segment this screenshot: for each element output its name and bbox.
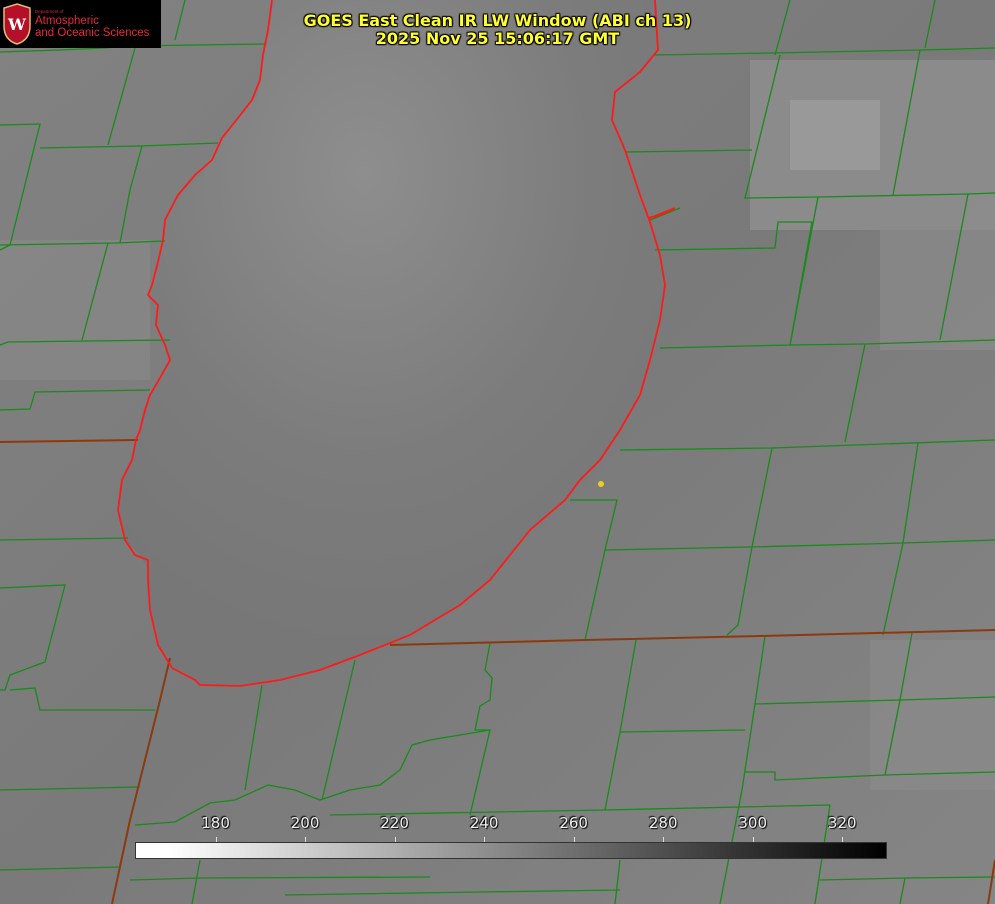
temperature-colorbar [135, 842, 887, 859]
satellite-image-viewer: GOES East Clean IR LW Window (ABI ch 13)… [0, 0, 995, 904]
logo-department: Department of [35, 9, 64, 14]
colorbar-tick-label: 280 [648, 814, 678, 832]
logo-line-2: and Oceanic Sciences [35, 27, 150, 39]
colorbar-tick-label: 260 [559, 814, 588, 832]
colorbar-tick-label: 320 [827, 814, 857, 832]
location-marker [598, 481, 604, 487]
colorbar-tick-label: 200 [290, 814, 320, 832]
logo-line-1: Atmospheric [35, 15, 99, 27]
colorbar-tick-label: 300 [738, 814, 768, 832]
colorbar-tick-label: 240 [469, 814, 499, 832]
svg-text:W: W [7, 15, 27, 34]
colorbar-tick-label: 220 [380, 814, 409, 832]
uw-crest-icon: W [3, 3, 31, 45]
cloud-patch [880, 230, 995, 350]
cloud-patch [790, 100, 880, 170]
cloud-patch [870, 640, 995, 790]
aos-logo: W Department of Atmospheric and Oceanic … [0, 0, 161, 48]
cloud-patch [0, 240, 150, 380]
satellite-map [0, 0, 995, 904]
colorbar-tick-label: 180 [201, 814, 230, 832]
